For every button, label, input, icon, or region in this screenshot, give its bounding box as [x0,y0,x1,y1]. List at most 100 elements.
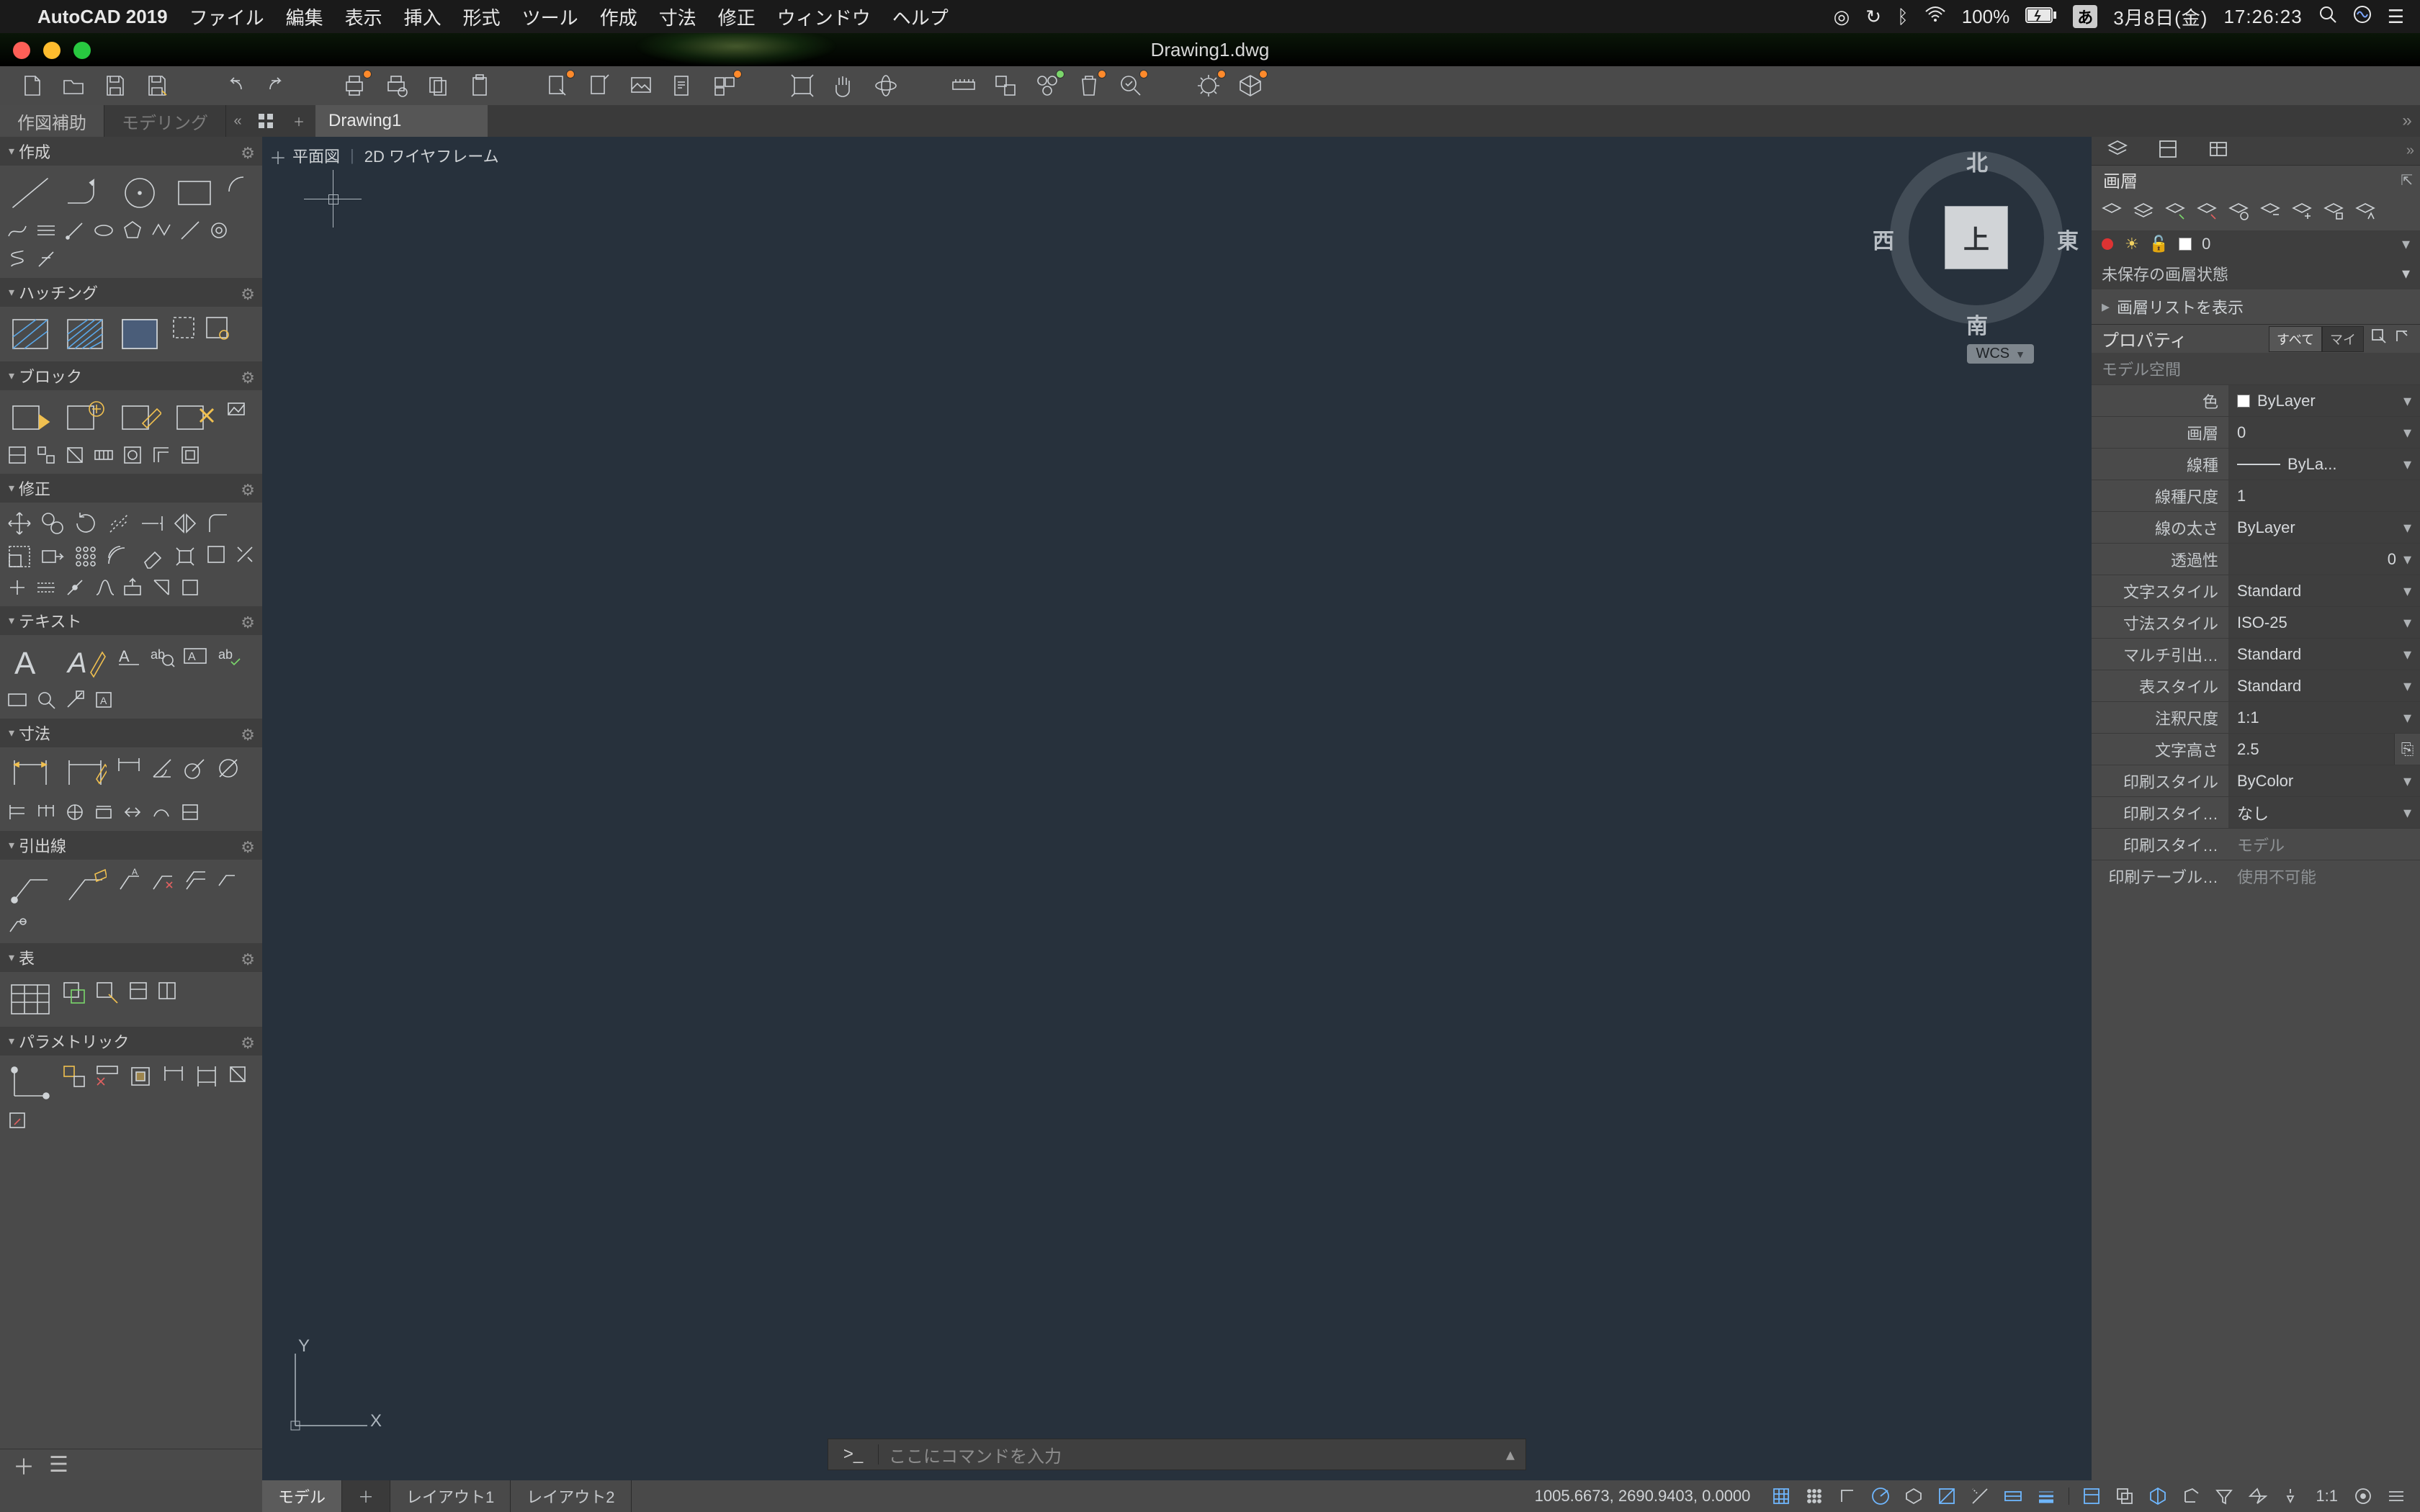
point-icon[interactable] [148,217,174,243]
materials-icon[interactable] [1234,71,1266,100]
props-quick-select-icon[interactable] [2371,328,2387,349]
audit-icon[interactable] [1115,71,1147,100]
xref-attach-icon[interactable] [542,71,573,100]
tab-current-drawing[interactable]: Drawing1 [315,105,488,137]
rtab-props-icon[interactable] [2158,139,2178,163]
panel-gear-icon[interactable]: ⚙ [241,726,255,744]
circle-icon[interactable] [114,171,166,215]
offset-icon[interactable] [104,541,134,572]
rtabs-overflow-chevron-icon[interactable]: » [2406,143,2414,159]
panel-header-text[interactable]: ▾テキスト⚙ [0,606,262,635]
leader-remove-icon[interactable] [147,865,177,896]
layout-tab-model[interactable]: モデル [262,1480,342,1512]
drawing-canvas[interactable]: ＋ 平面図 | 2D ワイヤフレーム 上 北 南 東 西 WCS▼ Y X >_… [262,137,2092,1480]
menu-format[interactable]: 形式 [463,4,501,30]
panel-gear-icon[interactable]: ⚙ [241,838,255,857]
panel-header-parametric[interactable]: ▾パラメトリック⚙ [0,1027,262,1056]
leader-add-icon[interactable]: A [114,865,144,896]
orbit-icon[interactable] [870,71,902,100]
block-tool-b[interactable] [4,442,30,468]
textheight-pick-icon[interactable]: ⎘ [2394,734,2420,765]
prop-value-plotstyle[interactable]: ByColor▾ [2228,765,2420,796]
geom-constraint-icon[interactable] [4,1061,56,1104]
modify-tool-a[interactable] [203,541,229,567]
panel-gear-icon[interactable]: ⚙ [241,613,255,632]
param-show-icon[interactable] [158,1061,189,1092]
prop-value-annoscale[interactable]: 1:1▾ [2228,702,2420,733]
menu-help[interactable]: ヘルプ [892,4,949,30]
panel-header-hatch[interactable]: ▾ハッチング⚙ [0,278,262,307]
status-snap-icon[interactable] [1801,1484,1828,1508]
xref-image-icon[interactable] [625,71,657,100]
workspace-tab-modeling[interactable]: モデリング [104,105,226,137]
props-tab-my[interactable]: マイ [2322,326,2364,352]
text-tool-d[interactable]: A [91,687,117,713]
modify-tool-c[interactable] [4,575,30,600]
prop-value-plotstylename[interactable]: なし▾ [2228,797,2420,828]
right-panel-toggle-chevron-icon[interactable]: » [2394,105,2420,137]
status-3dosnap-icon[interactable] [2144,1484,2172,1508]
layer-tool-b[interactable] [2130,199,2156,225]
text-spell-icon[interactable]: ab [213,641,243,671]
copy-obj-icon[interactable] [37,508,68,539]
redo-icon[interactable] [261,71,292,100]
siri-icon[interactable] [2353,5,2372,29]
command-input[interactable]: ここにコマンドを入力 [879,1442,1495,1467]
layer-tool-f[interactable] [2257,199,2283,225]
prop-value-transparency[interactable]: 0▾ [2228,544,2420,575]
text-tool-c[interactable] [62,687,88,713]
layer-tool-c[interactable] [2162,199,2188,225]
layer-state-selector[interactable]: 未保存の画層状態▾ [2092,258,2420,289]
palette-add-button[interactable]: ＋ [13,1449,35,1481]
block-tool-e[interactable] [91,442,117,468]
boundary-icon[interactable] [114,312,166,356]
param-tool-b[interactable] [4,1107,30,1133]
layer-tool-d[interactable] [2194,199,2220,225]
mtext-icon[interactable]: A [4,641,56,684]
menu-dim[interactable]: 寸法 [659,4,696,30]
mleader-icon[interactable] [4,865,56,909]
open-icon[interactable] [58,71,89,100]
dim-linear-icon[interactable] [4,753,56,796]
prop-value-layer[interactable]: 0▾ [2228,417,2420,448]
status-grid-icon[interactable] [1767,1484,1795,1508]
menu-edit[interactable]: 編集 [286,4,323,30]
xref-pdf-icon[interactable] [667,71,699,100]
rectangle-icon[interactable] [169,171,220,215]
tab-new-button[interactable]: ＋ [282,105,315,137]
saveas-icon[interactable] [141,71,173,100]
menu-view[interactable]: 表示 [345,4,382,30]
text-find-icon[interactable]: ab [147,641,177,671]
scale-icon[interactable] [4,541,35,572]
hatch-edit-icon[interactable] [169,312,199,343]
ime-indicator[interactable]: あ [2073,5,2097,28]
purge-icon[interactable] [1073,71,1105,100]
modify-tool-g[interactable] [120,575,145,600]
layout-tab-1[interactable]: レイアウト1 [390,1480,511,1512]
menubar-time[interactable]: 17:26:23 [2223,6,2302,28]
modify-tool-e[interactable] [62,575,88,600]
status-dynamic-ucs-icon[interactable] [2177,1484,2205,1508]
panel-gear-icon[interactable]: ⚙ [241,285,255,304]
dim-tool-c[interactable] [62,799,88,825]
param-tool-a[interactable] [225,1061,251,1087]
spline-icon[interactable] [4,217,30,243]
erase-icon[interactable] [137,541,167,572]
status-customize-icon[interactable] [2383,1484,2410,1508]
status-otrack-icon[interactable] [1966,1484,1994,1508]
modify-tool-b[interactable] [232,541,258,567]
visual-style-name[interactable]: 2D ワイヤフレーム [364,144,499,167]
command-prompt-icon[interactable]: >_ [828,1444,879,1464]
table-link-icon[interactable] [92,978,122,1008]
block-tool-g[interactable] [148,442,174,468]
viewport-menu-button[interactable]: ＋ [269,144,287,169]
param-manager-icon[interactable] [92,1061,122,1092]
panel-header-create[interactable]: ▾作成⚙ [0,137,262,166]
battery-icon[interactable] [2025,6,2057,28]
ray-icon[interactable] [62,217,88,243]
text-style-icon[interactable]: A [114,641,144,671]
panel-header-block[interactable]: ▾ブロック⚙ [0,361,262,390]
modify-tool-d[interactable] [33,575,59,600]
status-annotation-autoscale-icon[interactable] [2277,1484,2304,1508]
render-icon[interactable] [1193,71,1224,100]
